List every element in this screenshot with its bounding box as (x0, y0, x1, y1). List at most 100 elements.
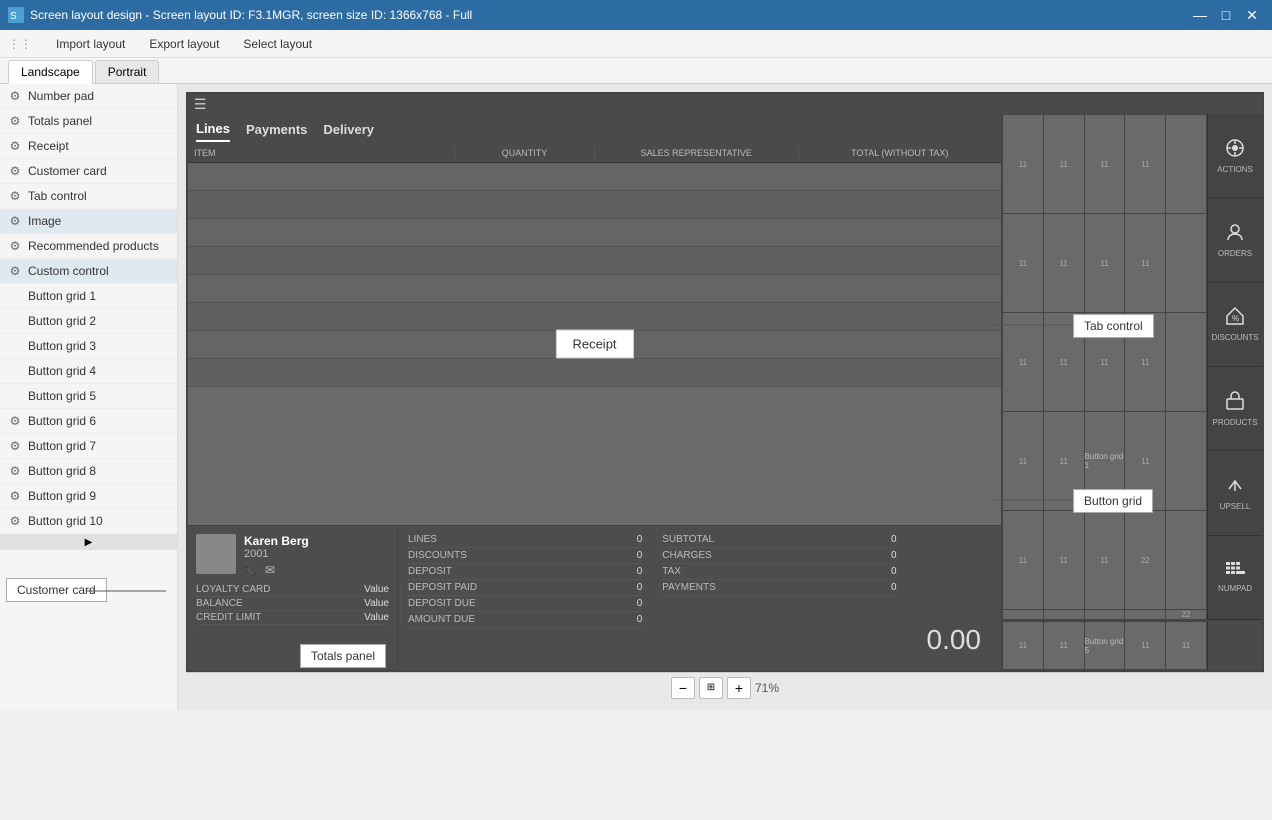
btn-cell[interactable]: 11 (1044, 313, 1084, 411)
app-icon: S (8, 7, 24, 23)
btn-cell[interactable]: 11 (1003, 412, 1043, 510)
sidebar-item-custom-control[interactable]: ⚙ Custom control (0, 259, 177, 284)
zoom-in-button[interactable]: + (727, 677, 751, 699)
sidebar-item-tab-control[interactable]: ⚙ Tab control (0, 184, 177, 209)
sidebar-item-recommended-products[interactable]: ⚙ Recommended products (0, 234, 177, 259)
sidebar-item-button-grid-7[interactable]: ⚙ Button grid 7 (0, 434, 177, 459)
btn-cell-button-grid-1[interactable]: Button grid 1 (1085, 412, 1125, 510)
maximize-button[interactable]: □ (1214, 5, 1238, 25)
lines-tab[interactable]: Lines (196, 117, 230, 142)
btn-cell[interactable]: 11 (1125, 115, 1165, 213)
btn-cell[interactable]: 11 (1125, 214, 1165, 312)
btn-cell[interactable]: 11 (1044, 412, 1084, 510)
zoom-out-button[interactable]: − (671, 677, 695, 699)
actions-button[interactable]: ACTIONS (1208, 114, 1262, 198)
sidebar-item-receipt[interactable]: ⚙ Receipt (0, 134, 177, 159)
zoom-level: 71% (755, 681, 779, 695)
btn-cell[interactable]: 11 (1085, 214, 1125, 312)
customer-top: Karen Berg 2001 📞 ✉ (196, 534, 389, 577)
export-layout-menu[interactable]: Export layout (145, 35, 223, 53)
col-total: TOTAL (WITHOUT TAX) (798, 146, 1002, 160)
sidebar-item-customer-card[interactable]: ⚙ Customer card (0, 159, 177, 184)
btn-cell[interactable] (1044, 610, 1084, 619)
landscape-tab[interactable]: Landscape (8, 60, 93, 84)
btn-cell[interactable]: 22 (1125, 511, 1165, 609)
minimize-button[interactable]: — (1188, 5, 1212, 25)
bottom-grid-cells: 11 11 Button grid 5 11 11 (1002, 621, 1207, 670)
sidebar-item-button-grid-6[interactable]: ⚙ Button grid 6 (0, 409, 177, 434)
sidebar-item-button-grid-4[interactable]: Button grid 4 (0, 359, 177, 384)
sidebar-item-button-grid-5[interactable]: Button grid 5 (0, 384, 177, 409)
upsell-icon (1225, 475, 1245, 500)
bottom-btn-cell[interactable]: 11 (1044, 622, 1084, 669)
import-layout-menu[interactable]: Import layout (52, 35, 129, 53)
btn-cell[interactable] (1125, 610, 1165, 619)
products-label: PRODUCTS (1213, 418, 1258, 427)
balance-field: BALANCE Value (196, 597, 389, 611)
btn-cell[interactable] (1166, 511, 1206, 609)
numpad-button[interactable]: NUMPAD (1208, 536, 1262, 620)
btn-cell[interactable] (1166, 412, 1206, 510)
btn-cell[interactable]: 11 (1003, 511, 1043, 609)
btn-cell[interactable]: 11 (1085, 115, 1125, 213)
customer-id: 2001 (244, 548, 389, 560)
bottom-btn-cell[interactable]: 11 (1003, 622, 1043, 669)
sidebar-item-totals-panel[interactable]: ⚙ Totals panel (0, 109, 177, 134)
sidebar-item-button-grid-2[interactable]: Button grid 2 (0, 309, 177, 334)
gear-icon: ⚙ (8, 489, 22, 503)
btn-cell[interactable]: 11 (1003, 214, 1043, 312)
charges-value: 0 (891, 550, 897, 561)
bottom-btn-cell[interactable]: 11 (1125, 622, 1165, 669)
close-button[interactable]: ✕ (1240, 5, 1264, 25)
sidebar-label: Button grid 1 (28, 289, 96, 303)
products-button[interactable]: PRODUCTS (1208, 367, 1262, 451)
discounts-button[interactable]: % DISCOUNTS (1208, 283, 1262, 367)
select-layout-menu[interactable]: Select layout (239, 35, 316, 53)
zoom-fit-button[interactable]: ⊞ (699, 677, 723, 699)
btn-cell[interactable]: 11 (1044, 214, 1084, 312)
sidebar-item-button-grid-9[interactable]: ⚙ Button grid 9 (0, 484, 177, 509)
delivery-tab[interactable]: Delivery (323, 118, 374, 141)
col-qty: QUANTITY (454, 146, 594, 160)
table-row (188, 163, 1001, 191)
btn-cell[interactable]: 11 (1003, 115, 1043, 213)
gear-icon: ⚙ (8, 89, 22, 103)
subtotal-label: SUBTOTAL (662, 534, 714, 545)
bottom-btn-cell-button-grid-5[interactable]: Button grid 5 (1085, 622, 1125, 669)
btn-cell[interactable] (1166, 115, 1206, 213)
upsell-button[interactable]: UPSELL (1208, 451, 1262, 535)
sidebar-item-button-grid-1[interactable]: Button grid 1 (0, 284, 177, 309)
btn-cell[interactable]: 11 (1085, 511, 1125, 609)
sidebar-item-button-grid-8[interactable]: ⚙ Button grid 8 (0, 459, 177, 484)
discounts-value: 0 (637, 550, 643, 561)
sidebar-item-number-pad[interactable]: ⚙ Number pad (0, 84, 177, 109)
sidebar-label: Custom control (28, 264, 109, 278)
bottom-btn-cell[interactable]: 11 (1166, 622, 1206, 669)
orders-button[interactable]: ORDERS (1208, 198, 1262, 282)
col-rep: SALES REPRESENTATIVE (594, 146, 798, 160)
btn-cell[interactable]: 11 (1125, 313, 1165, 411)
deposit-due-row: DEPOSIT DUE 0 (408, 596, 642, 612)
btn-cell[interactable]: 22 (1166, 610, 1206, 619)
sidebar-item-button-grid-3[interactable]: Button grid 3 (0, 334, 177, 359)
sidebar-label: Button grid 10 (28, 514, 103, 528)
btn-cell[interactable] (1003, 610, 1043, 619)
sidebar-scroll-down[interactable]: ▶ (0, 534, 177, 550)
payments-tab[interactable]: Payments (246, 118, 307, 141)
orders-label: ORDERS (1218, 249, 1252, 258)
btn-cell[interactable]: 11 (1044, 115, 1084, 213)
btn-cell[interactable]: 11 (1085, 313, 1125, 411)
btn-cell[interactable] (1166, 214, 1206, 312)
numpad-label: NUMPAD (1218, 584, 1252, 593)
btn-cell[interactable] (1085, 610, 1125, 619)
btn-cell[interactable] (1166, 313, 1206, 411)
sidebar-item-button-grid-10[interactable]: ⚙ Button grid 10 (0, 509, 177, 534)
btn-cell[interactable]: 11 (1044, 511, 1084, 609)
portrait-tab[interactable]: Portrait (95, 60, 160, 83)
btn-cell[interactable]: 11 (1125, 412, 1165, 510)
btn-cell[interactable]: 11 (1003, 313, 1043, 411)
gear-placeholder (8, 314, 22, 328)
gear-icon: ⚙ (8, 164, 22, 178)
sidebar-label: Tab control (28, 189, 87, 203)
sidebar-item-image[interactable]: ⚙ Image (0, 209, 177, 234)
